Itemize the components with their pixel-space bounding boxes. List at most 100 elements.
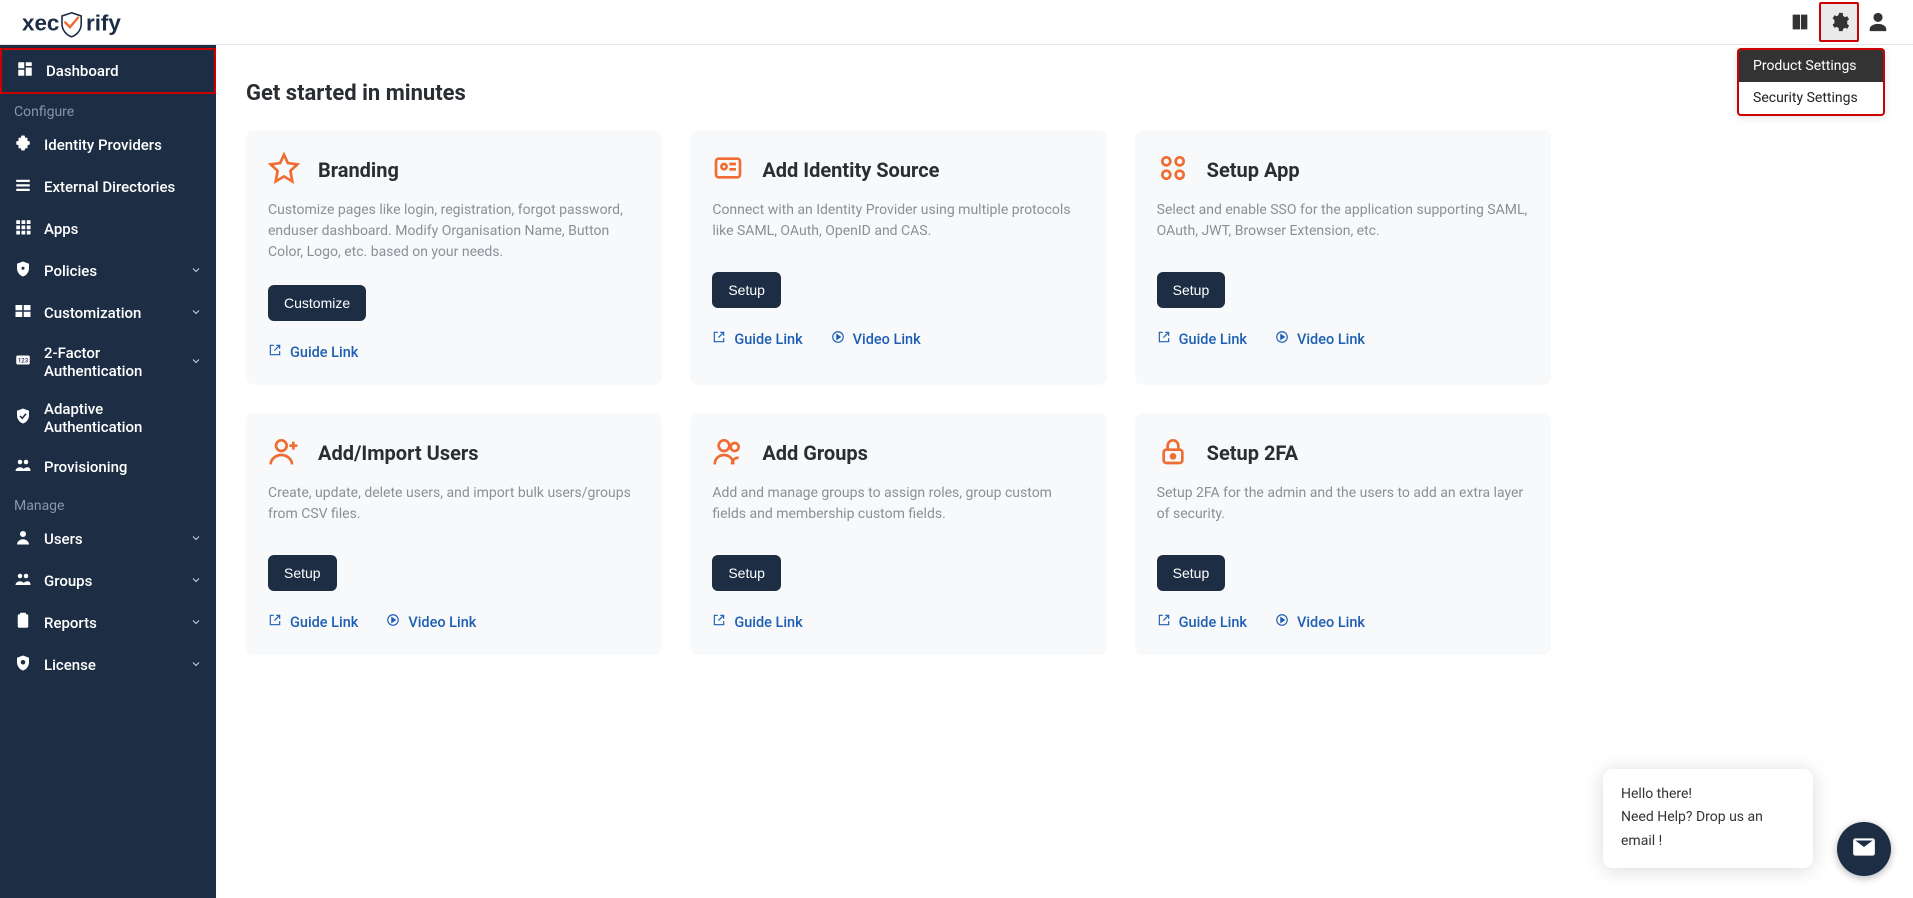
external-link-icon: [1157, 330, 1171, 348]
card: Add/Import Users Create, update, delete u…: [246, 413, 662, 655]
chat-line-1: Hello there!: [1621, 783, 1795, 807]
card-action-button[interactable]: Setup: [1157, 555, 1226, 591]
sidebar-item-label: External Directories: [44, 178, 175, 196]
play-icon: [831, 330, 845, 348]
star-icon: [268, 152, 300, 188]
sidebar-item-icon: [14, 612, 32, 634]
chat-popup: Hello there! Need Help? Drop us an email…: [1603, 769, 1813, 868]
user-plus-icon: [268, 435, 300, 471]
chevron-down-icon: [190, 353, 202, 371]
sidebar-item-label: Users: [44, 530, 83, 548]
topbar: xec rify Product SettingsSecurity Settin…: [0, 0, 1913, 45]
play-icon: [1275, 330, 1289, 348]
card-title: Add Groups: [762, 441, 868, 465]
sidebar-item[interactable]: License: [0, 644, 216, 686]
card: Add Identity Source Connect with an Ident…: [690, 130, 1106, 385]
guide-link[interactable]: Guide Link: [268, 343, 358, 361]
gear-icon[interactable]: [1819, 2, 1859, 42]
external-link-icon: [712, 613, 726, 631]
sidebar-item-label: Apps: [44, 220, 78, 238]
sidebar-item[interactable]: Users: [0, 518, 216, 560]
sidebar-item-icon: [14, 260, 32, 282]
sidebar-item-label: Customization: [44, 304, 141, 322]
card-description: Customize pages like login, registration…: [268, 200, 640, 263]
sidebar-item-label: 2-Factor Authentication: [44, 344, 178, 380]
guide-link[interactable]: Guide Link: [712, 613, 802, 631]
card-action-button[interactable]: Setup: [268, 555, 337, 591]
card-description: Connect with an Identity Provider using …: [712, 200, 1084, 250]
sidebar-section-manage: Manage: [0, 488, 216, 518]
card-action-button[interactable]: Setup: [1157, 272, 1226, 308]
card-title: Add/Import Users: [318, 441, 479, 465]
card-action-button[interactable]: Customize: [268, 285, 366, 321]
brand-logo[interactable]: xec rify: [0, 4, 174, 40]
settings-menu-item[interactable]: Security Settings: [1739, 82, 1883, 114]
apps-grid-icon: [1157, 152, 1189, 188]
sidebar-item-icon: [14, 528, 32, 550]
sidebar-item[interactable]: Reports: [0, 602, 216, 644]
card-title: Setup App: [1207, 158, 1300, 182]
sidebar-item-icon: [14, 570, 32, 592]
docs-icon[interactable]: [1783, 5, 1817, 39]
sidebar-item[interactable]: Apps: [0, 208, 216, 250]
sidebar-item[interactable]: 123 2-Factor Authentication: [0, 334, 216, 390]
sidebar-item[interactable]: Policies: [0, 250, 216, 292]
card-action-button[interactable]: Setup: [712, 272, 781, 308]
sidebar-item[interactable]: Provisioning: [0, 446, 216, 488]
sidebar-item-icon: [14, 654, 32, 676]
cards-grid: Branding Customize pages like login, regi…: [246, 130, 1551, 655]
sidebar-item[interactable]: Groups: [0, 560, 216, 602]
sidebar-item-icon: [14, 176, 32, 198]
lock-icon: [1157, 435, 1189, 471]
sidebar-item-icon: [14, 302, 32, 324]
sidebar-item[interactable]: Identity Providers: [0, 124, 216, 166]
card-description: Setup 2FA for the admin and the users to…: [1157, 483, 1529, 533]
guide-link[interactable]: Guide Link: [712, 330, 802, 348]
svg-text:123: 123: [18, 357, 29, 364]
id-card-icon: [712, 152, 744, 188]
sidebar-item-icon: [14, 407, 32, 429]
mail-icon: [1851, 834, 1877, 864]
users-icon: [712, 435, 744, 471]
sidebar-item-label: Reports: [44, 614, 97, 632]
chevron-down-icon: [190, 530, 202, 548]
external-link-icon: [712, 330, 726, 348]
play-icon: [1275, 613, 1289, 631]
sidebar-item-icon: [14, 218, 32, 240]
sidebar-section-configure: Configure: [0, 94, 216, 124]
card-action-button[interactable]: Setup: [712, 555, 781, 591]
sidebar-item[interactable]: Customization: [0, 292, 216, 334]
video-link[interactable]: Video Link: [1275, 613, 1365, 631]
sidebar-item-label: Adaptive Authentication: [44, 400, 202, 436]
card-title: Add Identity Source: [762, 158, 939, 182]
chevron-down-icon: [190, 614, 202, 632]
sidebar-item-dashboard[interactable]: Dashboard: [0, 48, 216, 94]
card-description: Create, update, delete users, and import…: [268, 483, 640, 533]
card: Setup AppSelect and enable SSO for the a…: [1135, 130, 1551, 385]
video-link[interactable]: Video Link: [1275, 330, 1365, 348]
sidebar: Dashboard Configure Identity Providers Ex…: [0, 45, 216, 898]
sidebar-item[interactable]: Adaptive Authentication: [0, 390, 216, 446]
external-link-icon: [1157, 613, 1171, 631]
card-description: Add and manage groups to assign roles, g…: [712, 483, 1084, 533]
card-title: Branding: [318, 158, 399, 182]
settings-menu-item[interactable]: Product Settings: [1739, 50, 1883, 82]
video-link[interactable]: Video Link: [386, 613, 476, 631]
guide-link[interactable]: Guide Link: [1157, 330, 1247, 348]
svg-text:rify: rify: [86, 10, 121, 35]
sidebar-item-label: Policies: [44, 262, 97, 280]
chat-line-2: Need Help? Drop us an email !: [1621, 806, 1795, 854]
play-icon: [386, 613, 400, 631]
sidebar-item-label: Identity Providers: [44, 136, 162, 154]
guide-link[interactable]: Guide Link: [1157, 613, 1247, 631]
settings-dropdown: Product SettingsSecurity Settings: [1737, 48, 1885, 116]
guide-link[interactable]: Guide Link: [268, 613, 358, 631]
external-link-icon: [268, 613, 282, 631]
chevron-down-icon: [190, 656, 202, 674]
video-link[interactable]: Video Link: [831, 330, 921, 348]
sidebar-item[interactable]: External Directories: [0, 166, 216, 208]
chat-fab-button[interactable]: [1837, 822, 1891, 876]
user-icon[interactable]: [1861, 5, 1895, 39]
chevron-down-icon: [190, 304, 202, 322]
page-title: Get started in minutes: [246, 81, 1883, 106]
